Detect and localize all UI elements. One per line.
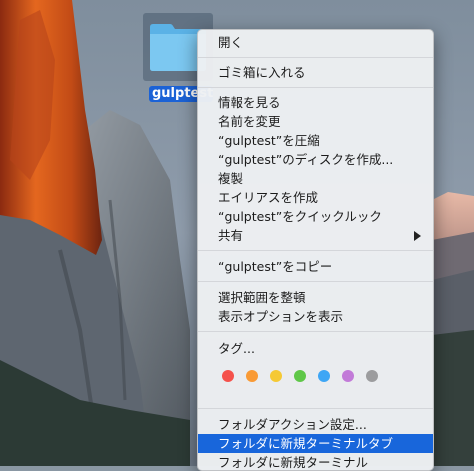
menu-item-show-view-options[interactable]: 表示オプションを表示 [198, 307, 433, 326]
menu-item-new-terminal-tab-at-folder[interactable]: フォルダに新規ターミナルタブ [198, 434, 433, 453]
menu-separator [198, 87, 433, 88]
menu-item-burn-disc[interactable]: “gulptest”のディスクを作成... [198, 150, 433, 169]
menu-item-open[interactable]: 開く [198, 33, 433, 52]
menu-item-make-alias[interactable]: エイリアスを作成 [198, 188, 433, 207]
tag-red-dot[interactable] [222, 370, 234, 382]
menu-item-clean-up-selection[interactable]: 選択範囲を整頓 [198, 288, 433, 307]
menu-separator [198, 57, 433, 58]
tag-yellow-dot[interactable] [270, 370, 282, 382]
menu-item-copy[interactable]: “gulptest”をコピー [198, 257, 433, 276]
menu-item-get-info[interactable]: 情報を見る [198, 93, 433, 112]
menu-item-duplicate[interactable]: 複製 [198, 169, 433, 188]
tag-orange-dot[interactable] [246, 370, 258, 382]
menu-item-move-to-trash[interactable]: ゴミ箱に入れる [198, 63, 433, 82]
menu-item-share[interactable]: 共有 [198, 226, 433, 245]
menu-item-share-label: 共有 [218, 228, 244, 243]
tag-gray-dot[interactable] [366, 370, 378, 382]
submenu-arrow-icon [414, 231, 421, 241]
menu-separator [198, 408, 433, 409]
menu-item-new-terminal-at-folder[interactable]: フォルダに新規ターミナル [198, 453, 433, 470]
menu-separator [198, 331, 433, 332]
menu-item-quick-look[interactable]: “gulptest”をクイックルック [198, 207, 433, 226]
tag-purple-dot[interactable] [342, 370, 354, 382]
context-menu: 開く ゴミ箱に入れる 情報を見る 名前を変更 “gulptest”を圧縮 “gu… [197, 29, 434, 471]
menu-item-tags[interactable]: タグ... [198, 339, 433, 358]
menu-separator [198, 250, 433, 251]
menu-item-compress[interactable]: “gulptest”を圧縮 [198, 131, 433, 150]
tag-blue-dot[interactable] [318, 370, 330, 382]
tag-green-dot[interactable] [294, 370, 306, 382]
menu-item-folder-actions-setup[interactable]: フォルダアクション設定... [198, 415, 433, 434]
menu-separator [198, 281, 433, 282]
menu-item-rename[interactable]: 名前を変更 [198, 112, 433, 131]
